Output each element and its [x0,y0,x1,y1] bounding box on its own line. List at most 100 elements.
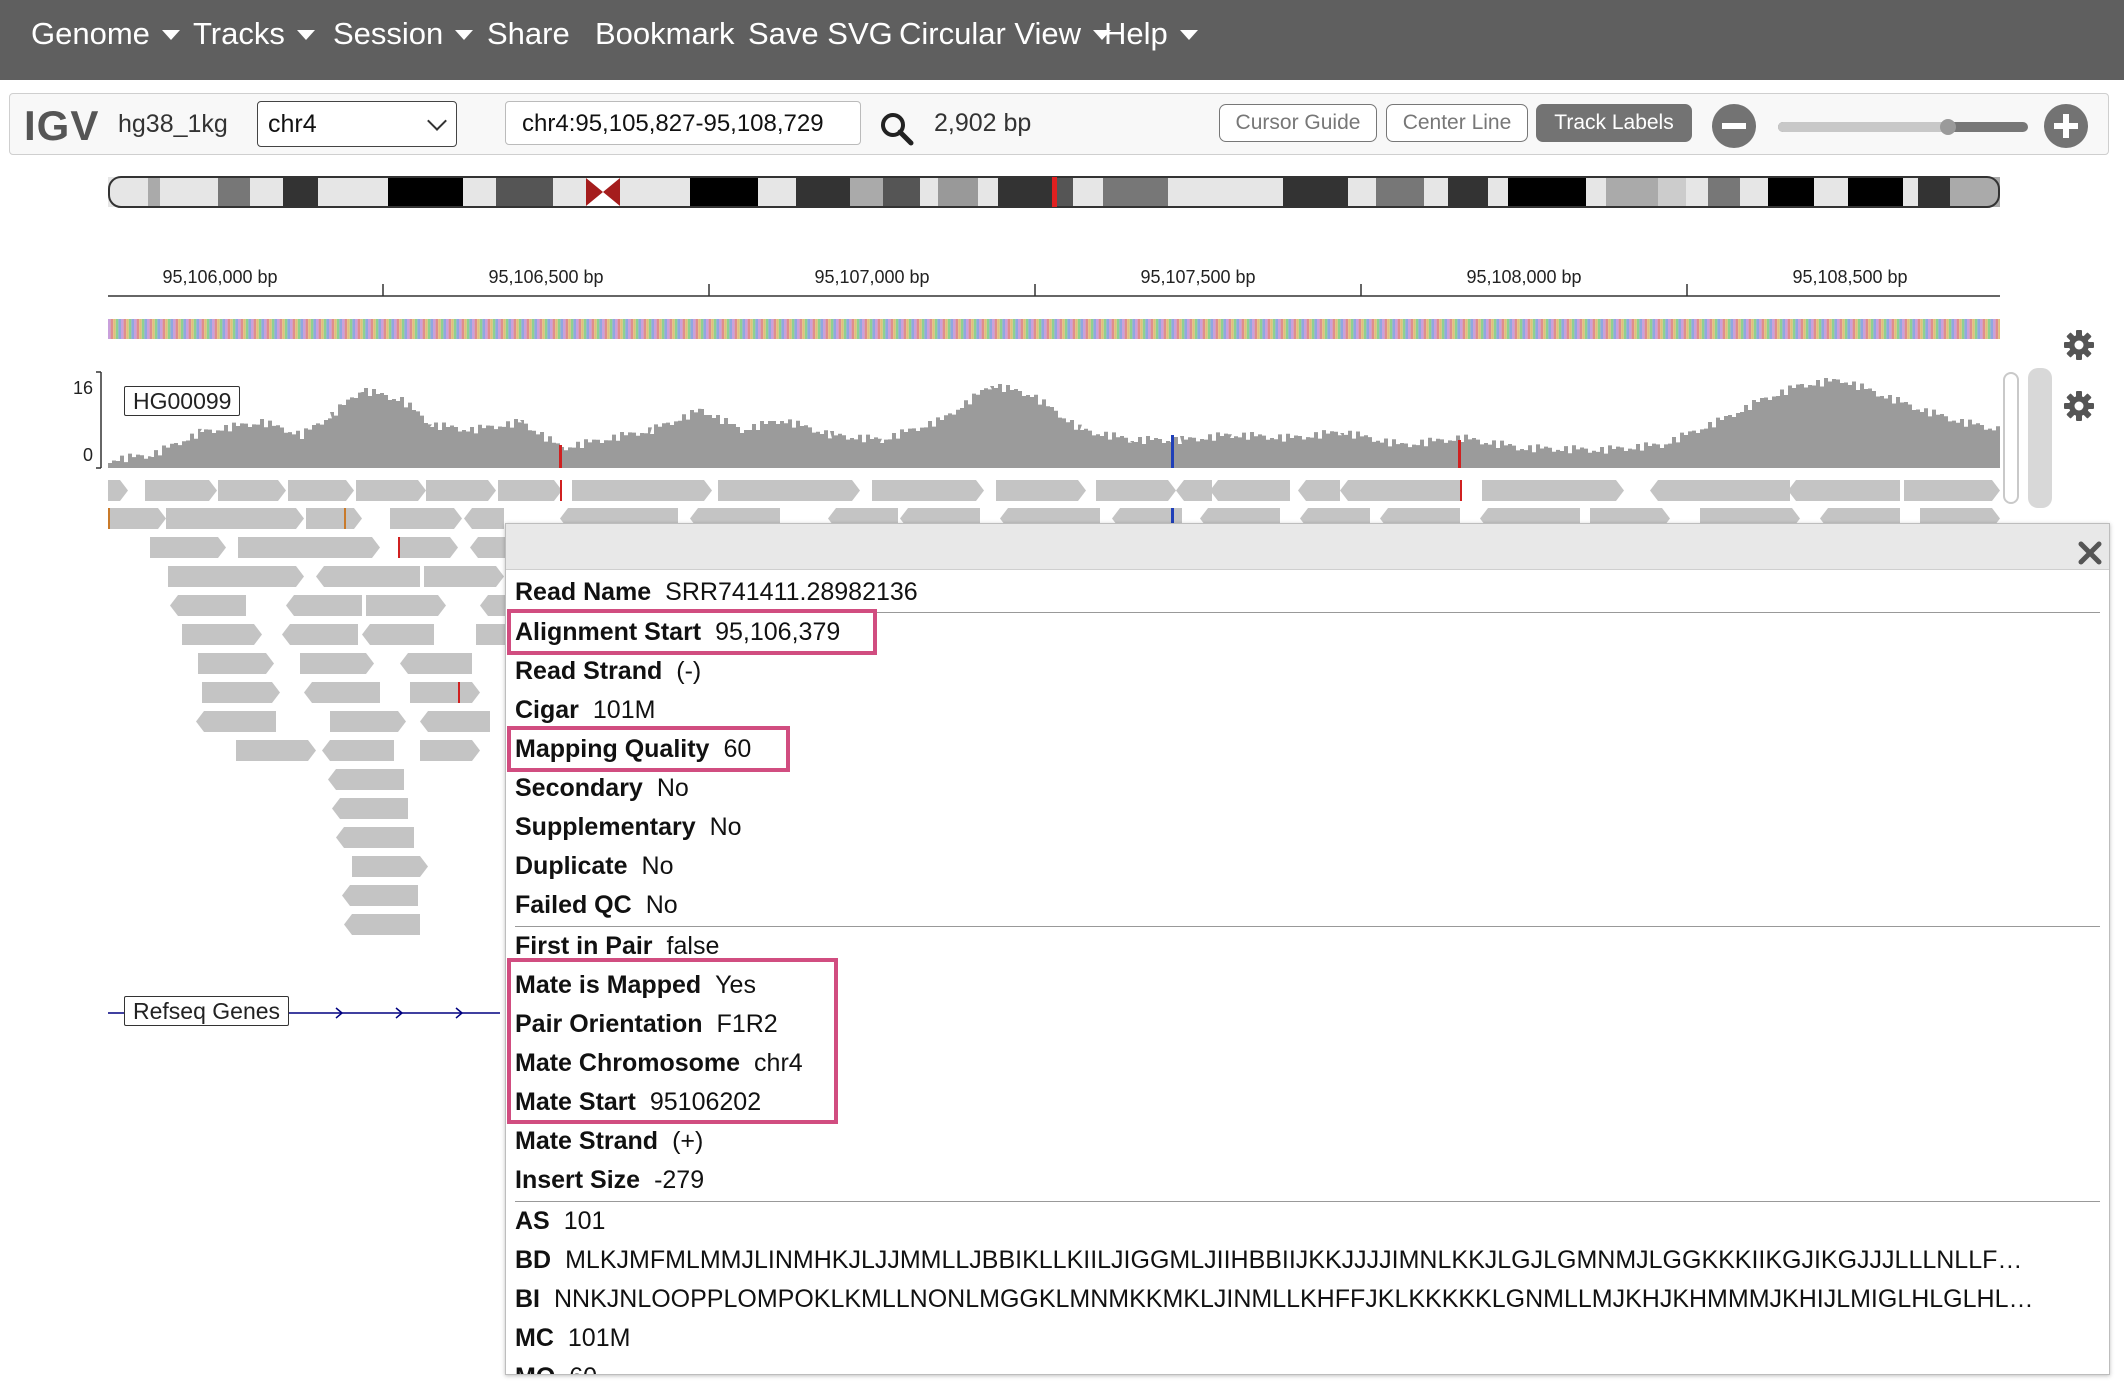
center-line-toggle[interactable]: Center Line [1386,104,1528,142]
read[interactable] [166,508,304,529]
read[interactable] [182,624,262,645]
read[interactable] [356,480,426,501]
read[interactable] [332,798,408,819]
read[interactable] [236,740,316,761]
read[interactable] [1298,480,1340,501]
alignment-scrollbar[interactable] [2003,372,2019,504]
read[interactable] [108,480,128,501]
read[interactable] [170,595,246,616]
read[interactable] [306,508,362,529]
chromosome-ideogram[interactable] [108,176,2000,208]
read[interactable] [362,624,434,645]
track-drag-handle[interactable] [2028,368,2052,508]
popup-row-first-in-pair: First in Pair false [515,932,719,961]
popup-separator [515,1201,2100,1202]
reference-sequence-track[interactable] [108,319,2000,339]
gene-track-label[interactable]: Refseq Genes [124,996,290,1026]
search-icon[interactable] [880,112,914,146]
read[interactable] [1788,480,1900,501]
menu-circular-view[interactable]: Circular View [899,0,1112,68]
popup-header[interactable] [506,524,2109,570]
read[interactable] [1096,480,1176,501]
read[interactable] [1650,480,1790,501]
read[interactable] [1210,480,1290,501]
read[interactable] [196,711,276,732]
read[interactable] [238,537,380,558]
read[interactable] [342,885,418,906]
read[interactable] [410,682,480,703]
chevron-down-icon [161,30,180,40]
read[interactable] [398,537,458,558]
read[interactable] [420,711,490,732]
read[interactable] [168,566,304,587]
read[interactable] [400,653,472,674]
menu-genome[interactable]: Genome [31,0,180,68]
window-size-bp: 2,902 bp [934,109,1032,137]
read[interactable] [330,711,406,732]
popup-row-mate-strand: Mate Strand (+) [515,1127,703,1156]
coverage-track-label[interactable]: HG00099 [124,386,241,416]
read[interactable] [344,914,420,935]
read[interactable] [1482,480,1624,501]
read[interactable] [304,682,380,703]
menu-genome-label: Genome [31,16,150,51]
menu-share-label: Share [487,16,570,51]
track-labels-toggle[interactable]: Track Labels [1536,104,1692,142]
highlight-mate-info [507,958,838,1124]
cursor-guide-toggle[interactable]: Cursor Guide [1219,104,1377,142]
read[interactable] [1340,480,1460,501]
popup-row-failed-qc: Failed QC No [515,891,678,920]
coverage-scale-min: 0 [83,445,93,465]
field-key: Failed QC [515,891,632,919]
read[interactable] [328,769,404,790]
zoom-slider[interactable] [1778,119,2028,135]
read[interactable] [572,480,712,501]
gear-icon[interactable] [2063,329,2095,361]
read[interactable] [198,653,274,674]
read[interactable] [718,480,860,501]
read[interactable] [424,566,504,587]
read[interactable] [470,537,510,558]
read[interactable] [145,480,217,501]
read[interactable] [352,856,428,877]
menu-share[interactable]: Share [487,0,570,68]
menu-save-svg[interactable]: Save SVG [748,0,893,68]
menu-circular-view-label: Circular View [899,16,1082,51]
read[interactable] [464,508,504,529]
chevron-down-icon [296,30,315,40]
read[interactable] [322,740,394,761]
close-icon[interactable] [2077,540,2103,566]
read[interactable] [366,595,446,616]
menu-help[interactable]: Help [1104,0,1198,68]
read[interactable] [336,827,414,848]
read[interactable] [426,480,496,501]
read[interactable] [202,682,280,703]
read[interactable] [316,566,420,587]
field-key: Supplementary [515,813,696,841]
read[interactable] [420,740,480,761]
zoom-out-icon[interactable] [1711,103,1757,149]
read[interactable] [288,480,354,501]
read[interactable] [1904,480,2000,501]
chromosome-select[interactable]: chr4 [257,101,457,147]
coverage-histogram[interactable] [108,378,2000,468]
read[interactable] [390,508,462,529]
menu-session[interactable]: Session [333,0,474,68]
menu-bookmark[interactable]: Bookmark [595,0,735,68]
read[interactable] [498,480,562,501]
read[interactable] [286,595,362,616]
menu-tracks[interactable]: Tracks [193,0,315,68]
gear-icon[interactable] [2063,390,2095,422]
read[interactable] [282,624,358,645]
zoom-in-icon[interactable] [2043,103,2089,149]
read[interactable] [872,480,984,501]
read[interactable] [300,653,374,674]
read[interactable] [218,480,286,501]
read[interactable] [996,480,1086,501]
read[interactable] [108,508,166,529]
menu-help-label: Help [1104,16,1168,51]
locus-search-input[interactable]: chr4:95,105,827-95,108,729 [505,101,861,145]
read[interactable] [1176,480,1212,501]
read[interactable] [150,537,226,558]
popup-row-supplementary: Supplementary No [515,813,742,842]
